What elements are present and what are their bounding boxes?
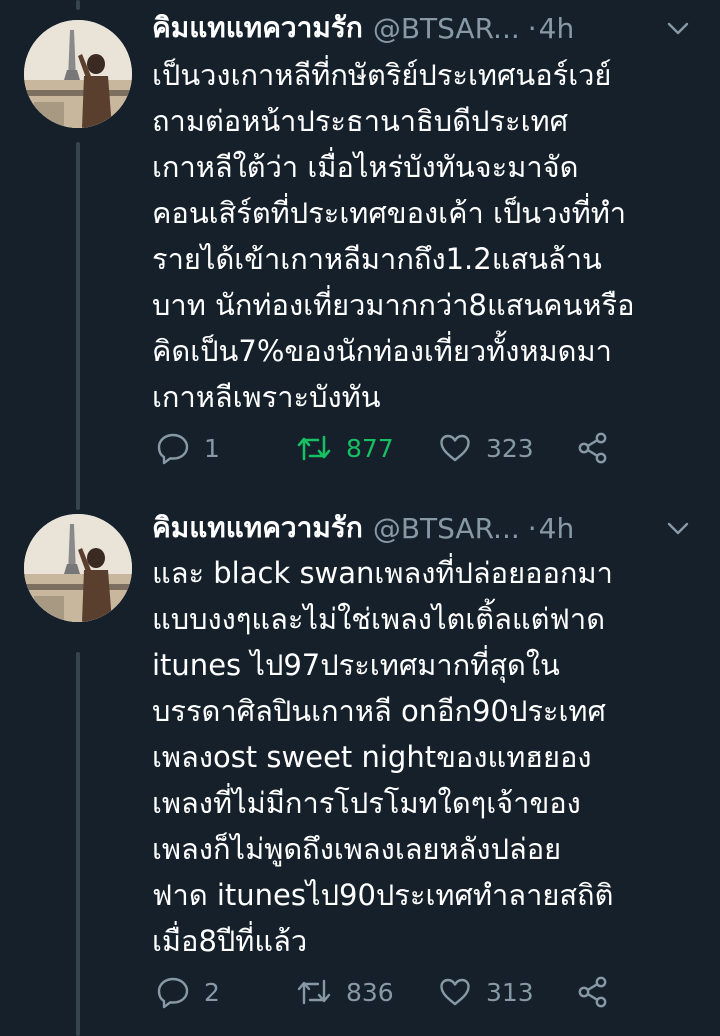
tweet-text-line: บรรดาศิลปินเกาหลี onอีก90ประเทศ: [152, 694, 606, 728]
reply-count: 2: [204, 977, 220, 1007]
chevron-down-icon[interactable]: [664, 14, 692, 42]
tweet-text-line: ฟาด itunesไป90ประเทศทำลายสถิติ: [152, 878, 614, 912]
tweet-text-line: เมื่อ8ปีที่แล้ว: [152, 924, 308, 958]
tweet[interactable]: คิมแทแทความรัก @BTSAR... · 4h และ black …: [0, 510, 720, 1036]
share-icon: [578, 432, 607, 464]
retweet-icon: [297, 979, 331, 1005]
author-name[interactable]: คิมแทแทความรัก: [152, 506, 363, 550]
share-button[interactable]: [576, 428, 610, 468]
avatar[interactable]: [24, 514, 132, 622]
author-handle[interactable]: @BTSAR...: [373, 512, 520, 545]
retweet-button[interactable]: 836: [296, 972, 394, 1012]
author-name[interactable]: คิมแทแทความรัก: [152, 6, 363, 50]
tweet[interactable]: คิมแทแทความรัก @BTSAR... · 4h เป็นวงเกาห…: [0, 0, 720, 500]
reply-button[interactable]: 2: [156, 972, 220, 1012]
tweet-actions: 1 877 323: [152, 428, 692, 468]
heart-icon: [440, 434, 470, 462]
like-count: 323: [486, 433, 534, 463]
tweet-text-line: เกาหลีใต้ว่า เมื่อไหร่บังทันจะมาจัด: [152, 150, 579, 184]
author-handle[interactable]: @BTSAR...: [373, 12, 520, 45]
timeline-feed: คิมแทแทความรัก @BTSAR... · 4h เป็นวงเกาห…: [0, 0, 720, 1036]
tweet-text-line: คิดเป็น7%ของนักท่องเที่ยวทั้งหมดมา: [152, 334, 612, 368]
tweet-text-line: และ black swanเพลงที่ปล่อยออกมา: [152, 556, 613, 590]
separator-dot: ·: [527, 11, 537, 45]
like-button[interactable]: 313: [438, 972, 534, 1012]
tweet-text-line: บาท นักท่องเที่ยวมากกว่า8แสนคนหรือ: [152, 288, 635, 322]
timestamp[interactable]: 4h: [539, 512, 575, 545]
tweet-text-line: เป็นวงเกาหลีที่กษัตริย์ประเทศนอร์เวย์: [152, 58, 612, 92]
tweet-text-line: คอนเสิร์ตที่ประเทศของเค้า เป็นวงที่ทำ: [152, 196, 627, 230]
retweet-count: 836: [346, 977, 394, 1007]
share-button[interactable]: [576, 972, 610, 1012]
separator-dot: ·: [527, 511, 537, 545]
tweet-text: และ black swanเพลงที่ปล่อยออกมา แบบงงๆแล…: [152, 550, 700, 964]
retweet-count: 877: [346, 433, 394, 463]
retweet-button[interactable]: 877: [296, 428, 394, 468]
tweet-text-line: เพลงที่ไม่มีการโปรโมทใดๆเจ้าของ: [152, 786, 581, 820]
tweet-text-line: รายได้เข้าเกาหลีมากถึง1.2แสนล้าน: [152, 242, 602, 276]
tweet-actions: 2 836 313: [152, 972, 692, 1012]
tweet-text-line: เกาหลีเพราะบังทัน: [152, 380, 381, 414]
avatar[interactable]: [24, 20, 132, 128]
tweet-header: คิมแทแทความรัก @BTSAR... · 4h: [152, 506, 696, 550]
tweet-text-line: แบบงงๆและไม่ใช่เพลงไตเติ้ลแต่ฟาด: [152, 602, 606, 636]
tweet-text-line: เพลงost sweet nightของแทฮยอง: [152, 740, 592, 774]
reply-icon: [157, 433, 189, 465]
reply-button[interactable]: 1: [156, 428, 220, 468]
heart-icon: [440, 978, 470, 1006]
like-count: 313: [486, 977, 534, 1007]
reply-icon: [157, 977, 189, 1009]
tweet-text-line: เพลงก็ไม่พูดถึงเพลงเลยหลังปล่อย: [152, 832, 562, 866]
tweet-text: เป็นวงเกาหลีที่กษัตริย์ประเทศนอร์เวย์ ถา…: [152, 52, 700, 420]
like-button[interactable]: 323: [438, 428, 534, 468]
chevron-down-icon[interactable]: [664, 514, 692, 542]
timestamp[interactable]: 4h: [539, 12, 575, 45]
tweet-text-line: ถามต่อหน้าประธานาธิบดีประเทศ: [152, 104, 569, 138]
reply-count: 1: [204, 433, 220, 463]
tweet-header: คิมแทแทความรัก @BTSAR... · 4h: [152, 6, 696, 50]
retweet-icon: [297, 435, 331, 461]
tweet-text-line: itunes ไป97ประเทศมากที่สุดใน: [152, 648, 560, 682]
share-icon: [578, 976, 607, 1008]
